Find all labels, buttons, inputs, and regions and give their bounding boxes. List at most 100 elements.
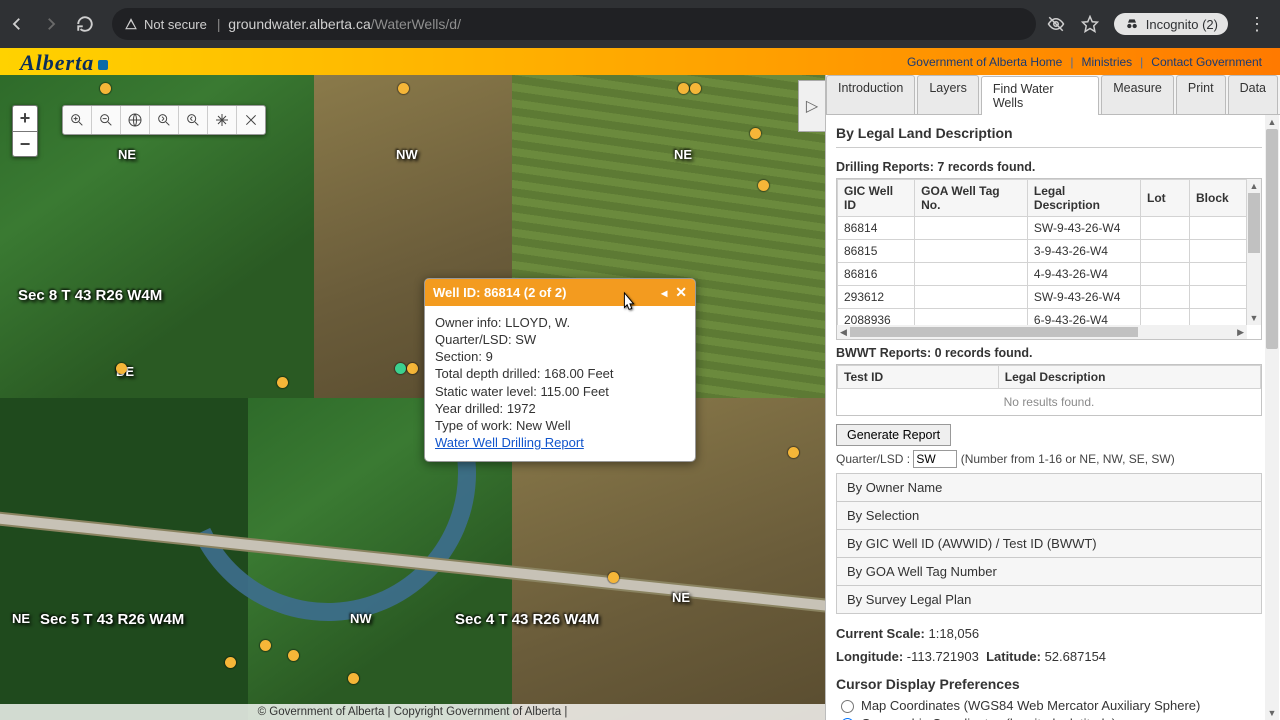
accordion-gic-id[interactable]: By GIC Well ID (AWWID) / Test ID (BWWT) [836, 529, 1262, 558]
well-marker-selected[interactable] [395, 363, 406, 374]
col-block[interactable]: Block [1190, 180, 1247, 217]
col-test-id[interactable]: Test ID [838, 366, 999, 389]
table-row[interactable]: 86814SW-9-43-26-W4 [838, 217, 1247, 240]
current-scale: Current Scale: 1:18,056 [836, 622, 1262, 645]
forward-button[interactable] [40, 13, 62, 35]
banner-links: Government of Alberta Home| Ministries| … [907, 55, 1262, 69]
accordion-owner-name[interactable]: By Owner Name [836, 473, 1262, 502]
tab-measure[interactable]: Measure [1101, 75, 1174, 114]
table-row[interactable]: 868153-9-43-26-W4 [838, 240, 1247, 263]
accordion-survey-plan[interactable]: By Survey Legal Plan [836, 585, 1262, 614]
tab-introduction[interactable]: Introduction [826, 75, 915, 114]
not-secure-badge: Not secure [124, 17, 207, 32]
well-marker[interactable] [116, 363, 127, 374]
cursor-prefs-title: Cursor Display Preferences [836, 668, 1262, 696]
prev-extent-icon[interactable] [150, 106, 179, 134]
zoom-out-button[interactable]: − [12, 131, 38, 157]
col-legal[interactable]: Legal Description [1027, 180, 1140, 217]
map-section-label: Sec 4 T 43 R26 W4M [455, 611, 599, 628]
well-marker[interactable] [678, 83, 689, 94]
well-marker[interactable] [788, 447, 799, 458]
star-icon[interactable] [1080, 14, 1100, 34]
full-extent-icon[interactable] [121, 106, 150, 134]
well-marker[interactable] [260, 640, 271, 651]
well-marker[interactable] [277, 377, 288, 388]
well-marker[interactable] [750, 128, 761, 139]
map-section-label: Sec 5 T 43 R26 W4M [40, 611, 184, 628]
well-marker[interactable] [100, 83, 111, 94]
map-section-label: Sec 8 T 43 R26 W4M [18, 287, 162, 304]
table-v-scrollbar[interactable]: ▲▼ [1247, 179, 1261, 325]
eye-off-icon[interactable] [1046, 14, 1066, 34]
popup-title: Well ID: 86814 (2 of 2) [433, 285, 661, 300]
qlsd-input[interactable] [913, 450, 957, 468]
popup-swl: 115.00 Feet [541, 384, 609, 399]
map-toolbar [62, 105, 266, 135]
banner-link[interactable]: Contact Government [1151, 55, 1262, 69]
map-corner-label: NW [350, 611, 372, 626]
reload-button[interactable] [74, 13, 96, 35]
qlsd-row: Quarter/LSD : (Number from 1-16 or NE, N… [836, 450, 1262, 468]
bwwt-table: Test ID Legal Description [837, 365, 1261, 389]
zoom-in-button[interactable]: + [12, 105, 38, 131]
well-marker[interactable] [398, 83, 409, 94]
zoom-rect-in-icon[interactable] [63, 106, 92, 134]
tab-print[interactable]: Print [1176, 75, 1226, 114]
zoom-control: + − [12, 105, 38, 157]
popup-close-icon[interactable]: ✕ [675, 284, 687, 301]
url-bar[interactable]: Not secure | groundwater.alberta.ca/Wate… [112, 8, 1036, 40]
tab-data[interactable]: Data [1228, 75, 1278, 114]
map-canvas[interactable]: Sec 8 T 43 R26 W4M Sec 5 T 43 R26 W4M Se… [0, 75, 825, 720]
accordion-selection[interactable]: By Selection [836, 501, 1262, 530]
zoom-rect-out-icon[interactable] [92, 106, 121, 134]
banner-link[interactable]: Ministries [1081, 55, 1132, 69]
table-row[interactable]: 868164-9-43-26-W4 [838, 263, 1247, 286]
panel-v-scrollbar[interactable]: ▲ ▼ [1265, 115, 1279, 720]
banner-link[interactable]: Government of Alberta Home [907, 55, 1062, 69]
collapse-panel-button[interactable]: ▷ [798, 80, 825, 132]
back-button[interactable] [6, 13, 28, 35]
browser-chrome: Not secure | groundwater.alberta.ca/Wate… [0, 0, 1280, 48]
col-gic[interactable]: GIC Well ID [838, 180, 915, 217]
well-marker[interactable] [690, 83, 701, 94]
radio-geo-coords[interactable]: Geographic Coordinates (longitude, latit… [836, 714, 1262, 720]
well-popup: Well ID: 86814 (2 of 2) ◂ ✕ Owner info: … [424, 278, 696, 462]
url-text: groundwater.alberta.ca/WaterWells/d/ [228, 16, 461, 32]
table-row[interactable]: 293612SW-9-43-26-W4 [838, 286, 1247, 309]
popup-type: New Well [516, 418, 571, 433]
generate-report-button[interactable]: Generate Report [836, 424, 951, 446]
browser-menu-button[interactable]: ⋮ [1242, 14, 1272, 35]
tab-layers[interactable]: Layers [917, 75, 979, 114]
popup-section: 9 [486, 349, 493, 364]
map-corner-label: NW [396, 147, 418, 162]
well-marker[interactable] [758, 180, 769, 191]
table-h-scrollbar[interactable]: ◀▶ [837, 325, 1247, 339]
side-panel: Introduction Layers Find Water Wells Mea… [825, 75, 1280, 720]
panel-tabs: Introduction Layers Find Water Wells Mea… [826, 75, 1280, 115]
well-marker[interactable] [407, 363, 418, 374]
accordion-goa-tag[interactable]: By GOA Well Tag Number [836, 557, 1262, 586]
popup-depth: 168.00 Feet [544, 366, 613, 381]
col-legal2[interactable]: Legal Description [998, 366, 1260, 389]
next-extent-icon[interactable] [179, 106, 208, 134]
pan-icon[interactable] [208, 106, 237, 134]
bwwt-reports-header: BWWT Reports: 0 records found. [836, 340, 1262, 364]
incognito-badge[interactable]: Incognito (2) [1114, 13, 1228, 35]
well-marker[interactable] [608, 572, 619, 583]
radio-map-coords[interactable]: Map Coordinates (WGS84 Web Mercator Auxi… [836, 696, 1262, 714]
col-lot[interactable]: Lot [1141, 180, 1190, 217]
alberta-logo: Alberta [20, 50, 108, 76]
site-banner: Alberta Government of Alberta Home| Mini… [0, 48, 1280, 75]
drilling-report-link[interactable]: Water Well Drilling Report [435, 435, 584, 450]
by-legal-header: By Legal Land Description [836, 121, 1262, 147]
popup-qlsd: SW [515, 332, 536, 347]
tab-find-water-wells[interactable]: Find Water Wells [981, 76, 1099, 115]
well-marker[interactable] [348, 673, 359, 684]
popup-prev-icon[interactable]: ◂ [661, 286, 667, 300]
well-marker[interactable] [288, 650, 299, 661]
col-goa[interactable]: GOA Well Tag No. [915, 180, 1028, 217]
clear-icon[interactable] [237, 106, 265, 134]
map-corner-label: NE [672, 590, 690, 605]
well-marker[interactable] [225, 657, 236, 668]
map-corner-label: NE [674, 147, 692, 162]
